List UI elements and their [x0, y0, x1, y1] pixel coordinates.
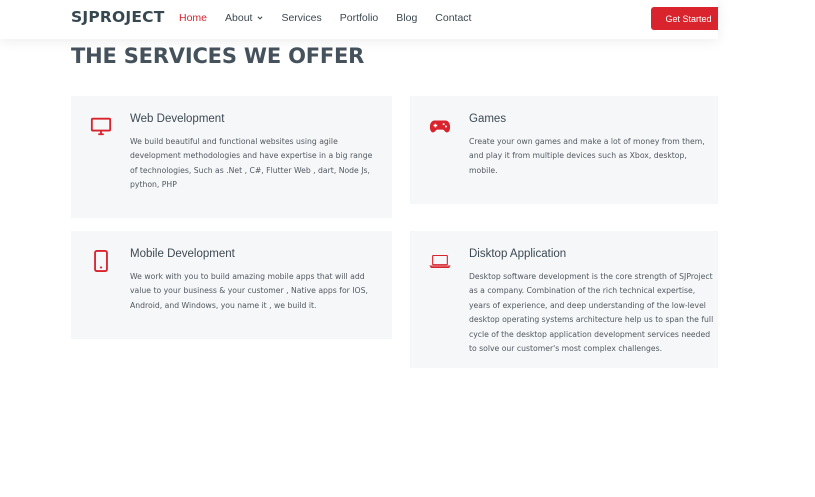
service-card-web-development: Web Development We build beautiful and f…: [71, 96, 392, 218]
service-title: Web Development: [130, 113, 225, 125]
service-title: Games: [469, 113, 507, 125]
nav-about[interactable]: About: [225, 12, 263, 24]
nav-portfolio-label: Portfolio: [339, 12, 379, 24]
service-card-mobile-development: Mobile Development We work with you to b…: [71, 231, 392, 339]
service-description: We build beautiful and functional websit…: [130, 137, 373, 190]
service-card-desktop-application: Disktop Application Desktop software dev…: [410, 231, 718, 368]
nav-blog-label: Blog: [396, 12, 418, 24]
service-card-games: Games Create your own games and make a l…: [410, 96, 718, 204]
nav-about-label: About: [225, 12, 253, 24]
get-started-button[interactable]: Get Started: [651, 7, 718, 30]
monitor-icon: [90, 117, 112, 136]
nav-portfolio[interactable]: Portfolio: [340, 12, 379, 24]
service-description: Create your own games and make a lot of …: [469, 137, 705, 175]
nav-blog[interactable]: Blog: [396, 12, 417, 24]
site-header: SJPROJECT Home About Services Portfolio …: [0, 0, 718, 39]
nav-contact-label: Contact: [435, 12, 472, 24]
section-title: THE SERVICES WE OFFER: [71, 44, 365, 68]
service-title: Mobile Development: [130, 248, 235, 260]
gamepad-icon: [429, 120, 451, 133]
main-nav: Home About Services Portfolio Blog Conta…: [179, 12, 489, 24]
laptop-icon: [429, 254, 451, 268]
service-description: Desktop software development is the core…: [469, 272, 714, 354]
nav-services-label: Services: [281, 12, 322, 24]
service-title: Disktop Application: [469, 248, 567, 260]
smartphone-icon: [94, 250, 108, 272]
nav-home[interactable]: Home: [179, 12, 207, 24]
chevron-down-icon: [257, 16, 263, 20]
nav-contact[interactable]: Contact: [435, 12, 471, 24]
nav-home-label: Home: [179, 12, 208, 24]
nav-services[interactable]: Services: [281, 12, 321, 24]
service-description: We work with you to build amazing mobile…: [130, 272, 368, 310]
site-logo[interactable]: SJPROJECT: [71, 8, 165, 26]
